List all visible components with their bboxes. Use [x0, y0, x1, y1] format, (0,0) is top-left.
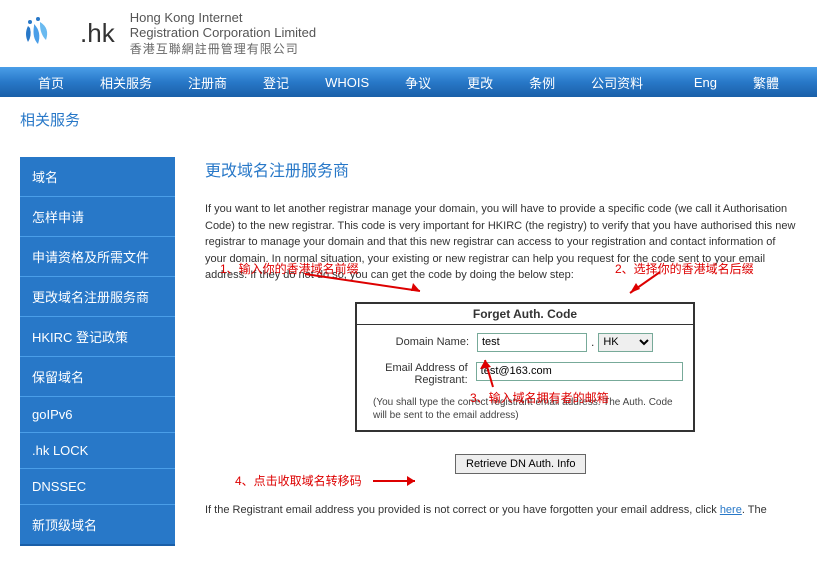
sidebar-item-newtld[interactable]: 新顶级域名: [20, 505, 175, 546]
form-title: Forget Auth. Code: [357, 304, 693, 325]
org-name-cn: 香港互聯網註冊管理有限公司: [130, 40, 316, 57]
nav-dispute[interactable]: 争议: [387, 73, 449, 92]
header: .hk Hong Kong InternetRegistration Corpo…: [0, 0, 817, 67]
nav-services[interactable]: 相关服务: [82, 73, 170, 92]
sidebar-item-requirements[interactable]: 申请资格及所需文件: [20, 237, 175, 277]
annotation-4: 4、点击收取域名转移码: [235, 472, 362, 489]
nav-rules[interactable]: 条例: [511, 73, 573, 92]
logo-text: .hk: [80, 18, 115, 49]
sidebar-item-hklock[interactable]: .hk LOCK: [20, 433, 175, 469]
main-content: 更改域名注册服务商 If you want to let another reg…: [175, 157, 797, 546]
nav-home[interactable]: 首页: [20, 73, 82, 92]
dot-separator: .: [591, 335, 594, 349]
section-title: 相关服务: [20, 109, 797, 130]
annotation-3: 3、输入域名拥有者的邮箱: [470, 389, 609, 406]
suffix-select[interactable]: HK: [598, 333, 653, 352]
sidebar-item-howto[interactable]: 怎样申请: [20, 197, 175, 237]
bottom-text: If the Registrant email address you prov…: [205, 502, 797, 519]
arrow-2-icon: [620, 269, 670, 299]
top-nav: 首页 相关服务 注册商 登记 WHOIS 争议 更改 条例 公司资料 Eng 繁…: [0, 67, 817, 97]
org-name-en: Hong Kong InternetRegistration Corporati…: [130, 10, 316, 40]
nav-register[interactable]: 登记: [245, 73, 307, 92]
page-title: 更改域名注册服务商: [205, 157, 797, 181]
email-label: Email Address of Registrant:: [367, 362, 476, 386]
email-input[interactable]: [476, 362, 683, 381]
auth-code-form: Forget Auth. Code Domain Name: . HK Emai…: [355, 302, 695, 432]
sidebar-item-change-registrar[interactable]: 更改域名注册服务商: [20, 277, 175, 317]
arrow-3-icon: [475, 355, 505, 390]
org-info: Hong Kong InternetRegistration Corporati…: [130, 10, 316, 57]
logo-icon: [20, 14, 70, 54]
sidebar-item-goipv6[interactable]: goIPv6: [20, 397, 175, 433]
sidebar-item-reserved[interactable]: 保留域名: [20, 357, 175, 397]
sidebar: 域名 怎样申请 申请资格及所需文件 更改域名注册服务商 HKIRC 登记政策 保…: [20, 157, 175, 546]
retrieve-button[interactable]: Retrieve DN Auth. Info: [455, 454, 586, 474]
nav-whois[interactable]: WHOIS: [307, 75, 387, 90]
arrow-1-icon: [305, 269, 435, 299]
domain-label: Domain Name:: [367, 336, 477, 348]
arrow-4-icon: [373, 473, 423, 489]
sidebar-item-policy[interactable]: HKIRC 登记政策: [20, 317, 175, 357]
lang-trad[interactable]: 繁體: [735, 73, 797, 92]
nav-registrar[interactable]: 注册商: [170, 73, 245, 92]
nav-company[interactable]: 公司资料: [573, 73, 661, 92]
sidebar-item-domain[interactable]: 域名: [20, 157, 175, 197]
here-link[interactable]: here: [720, 504, 742, 516]
domain-input[interactable]: [477, 333, 587, 352]
lang-eng[interactable]: Eng: [676, 75, 735, 90]
nav-change[interactable]: 更改: [449, 73, 511, 92]
